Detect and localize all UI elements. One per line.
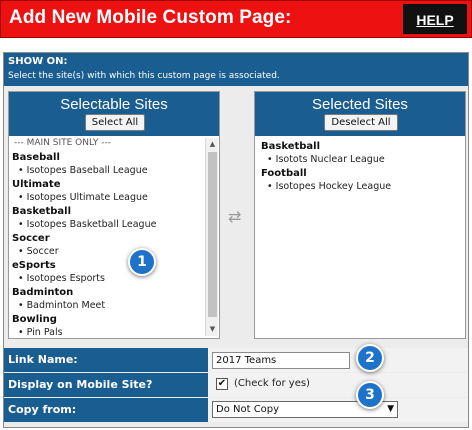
list-item[interactable]: • Isotopes Hockey League — [261, 180, 391, 193]
chevron-down-icon: ▼ — [387, 404, 394, 414]
deselect-all-button[interactable]: Deselect All — [324, 114, 398, 131]
selected-sites-box: Selected Sites Deselect All Basketball •… — [254, 91, 466, 339]
list-group[interactable]: Football • Isotopes Hockey League — [261, 167, 391, 193]
link-name-cell: 2017 Teams — [208, 348, 468, 372]
selected-sites-title: Selected Sites — [312, 96, 408, 113]
list-group[interactable]: Bowling • Pin Pals — [12, 313, 156, 339]
group-name[interactable]: Badminton — [12, 286, 156, 299]
selectable-list-scrollbar[interactable]: ▲ ▼ — [205, 138, 218, 336]
bullet-icon: • — [18, 165, 24, 176]
copy-from-row: Copy from: Do Not Copy ▼ — [4, 398, 468, 422]
group-name[interactable]: Basketball — [12, 205, 156, 218]
group-name[interactable]: Basketball — [261, 140, 391, 153]
scroll-thumb[interactable] — [208, 152, 217, 317]
show-on-header: SHOW ON: Select the site(s) with which t… — [4, 53, 468, 86]
display-mobile-cell: ✔ (Check for yes) — [208, 373, 468, 397]
bullet-icon: • — [267, 181, 273, 192]
copy-from-value: Do Not Copy — [216, 404, 280, 415]
list-item-label: Badminton Meet — [26, 300, 106, 311]
list-item[interactable]: • Isotopes Baseball League — [12, 164, 156, 177]
check-hint: (Check for yes) — [234, 378, 310, 389]
copy-from-label: Copy from: — [4, 398, 208, 422]
transfer-arrows-icon: ⇄ — [228, 207, 242, 226]
callout-badge-3: 3 — [356, 381, 384, 409]
bullet-icon: • — [18, 300, 24, 311]
list-group[interactable]: Ultimate • Isotopes Ultimate League — [12, 178, 156, 204]
link-name-row: Link Name: 2017 Teams — [4, 348, 468, 372]
bullet-icon: • — [18, 219, 24, 230]
group-name[interactable]: Ultimate — [12, 178, 156, 191]
bullet-icon: • — [18, 192, 24, 203]
list-group[interactable]: Basketball • Isotopes Basketball League — [12, 205, 156, 231]
show-on-description: Select the site(s) with which this custo… — [8, 71, 280, 81]
list-item[interactable]: • Isotopes Basketball League — [12, 218, 156, 231]
page-title: Add New Mobile Custom Page: — [9, 7, 292, 28]
list-group[interactable]: Basketball • Isotots Nuclear League — [261, 140, 391, 166]
list-item[interactable]: • Isotopes Ultimate League — [12, 191, 156, 204]
list-item[interactable]: • Pin Pals — [12, 326, 156, 339]
scroll-up-icon[interactable]: ▲ — [206, 139, 219, 150]
list-item-label: Soccer — [26, 246, 59, 257]
bullet-icon: • — [267, 154, 273, 165]
select-all-button[interactable]: Select All — [85, 114, 145, 131]
list-group[interactable]: Baseball • Isotopes Baseball League — [12, 151, 156, 177]
list-item-label: Isotopes Ultimate League — [26, 192, 148, 203]
help-button[interactable]: HELP — [403, 4, 467, 34]
list-item-label: Isotots Nuclear League — [275, 154, 385, 165]
selected-sites-list: Basketball • Isotots Nuclear League Foot… — [261, 140, 391, 194]
list-item[interactable]: • Isotots Nuclear League — [261, 153, 391, 166]
bullet-icon: • — [18, 273, 24, 284]
display-mobile-row: Display on Mobile Site? ✔ (Check for yes… — [4, 373, 468, 397]
link-name-label: Link Name: — [4, 348, 208, 372]
group-name[interactable]: Bowling — [12, 313, 156, 326]
selectable-sites-title: Selectable Sites — [60, 96, 168, 113]
list-item-label: Isotopes Hockey League — [275, 181, 392, 192]
list-item[interactable]: • Badminton Meet — [12, 299, 156, 312]
scroll-down-icon[interactable]: ▼ — [206, 324, 219, 335]
list-separator: --- MAIN SITE ONLY --- — [14, 138, 111, 148]
callout-badge-1: 1 — [128, 248, 156, 276]
show-on-title: SHOW ON: — [8, 56, 68, 67]
page-header: Add New Mobile Custom Page: HELP — [0, 0, 472, 38]
selectable-sites-header: Selectable Sites Select All — [9, 92, 219, 136]
callout-badge-2: 2 — [356, 344, 384, 372]
group-name[interactable]: Baseball — [12, 151, 156, 164]
link-name-input[interactable]: 2017 Teams — [212, 352, 350, 369]
group-name[interactable]: Football — [261, 167, 391, 180]
list-item-label: Isotopes Baseball League — [26, 165, 148, 176]
bullet-icon: • — [18, 246, 24, 257]
bullet-icon: • — [18, 327, 24, 338]
copy-from-cell: Do Not Copy ▼ — [208, 398, 468, 422]
group-name[interactable]: Soccer — [12, 232, 156, 245]
selectable-sites-box: Selectable Sites Select All --- MAIN SIT… — [8, 91, 220, 339]
display-mobile-label: Display on Mobile Site? — [4, 373, 208, 397]
custom-page-panel: SHOW ON: Select the site(s) with which t… — [3, 52, 469, 428]
display-mobile-checkbox[interactable]: ✔ — [216, 378, 228, 390]
selectable-sites-list: --- MAIN SITE ONLY --- Baseball • Isotop… — [12, 138, 156, 340]
list-group[interactable]: Badminton • Badminton Meet — [12, 286, 156, 312]
selected-sites-header: Selected Sites Deselect All — [255, 92, 465, 136]
list-item-label: Pin Pals — [26, 327, 63, 338]
list-item-label: Isotopes Esports — [26, 273, 105, 284]
list-item-label: Isotopes Basketball League — [26, 219, 157, 230]
